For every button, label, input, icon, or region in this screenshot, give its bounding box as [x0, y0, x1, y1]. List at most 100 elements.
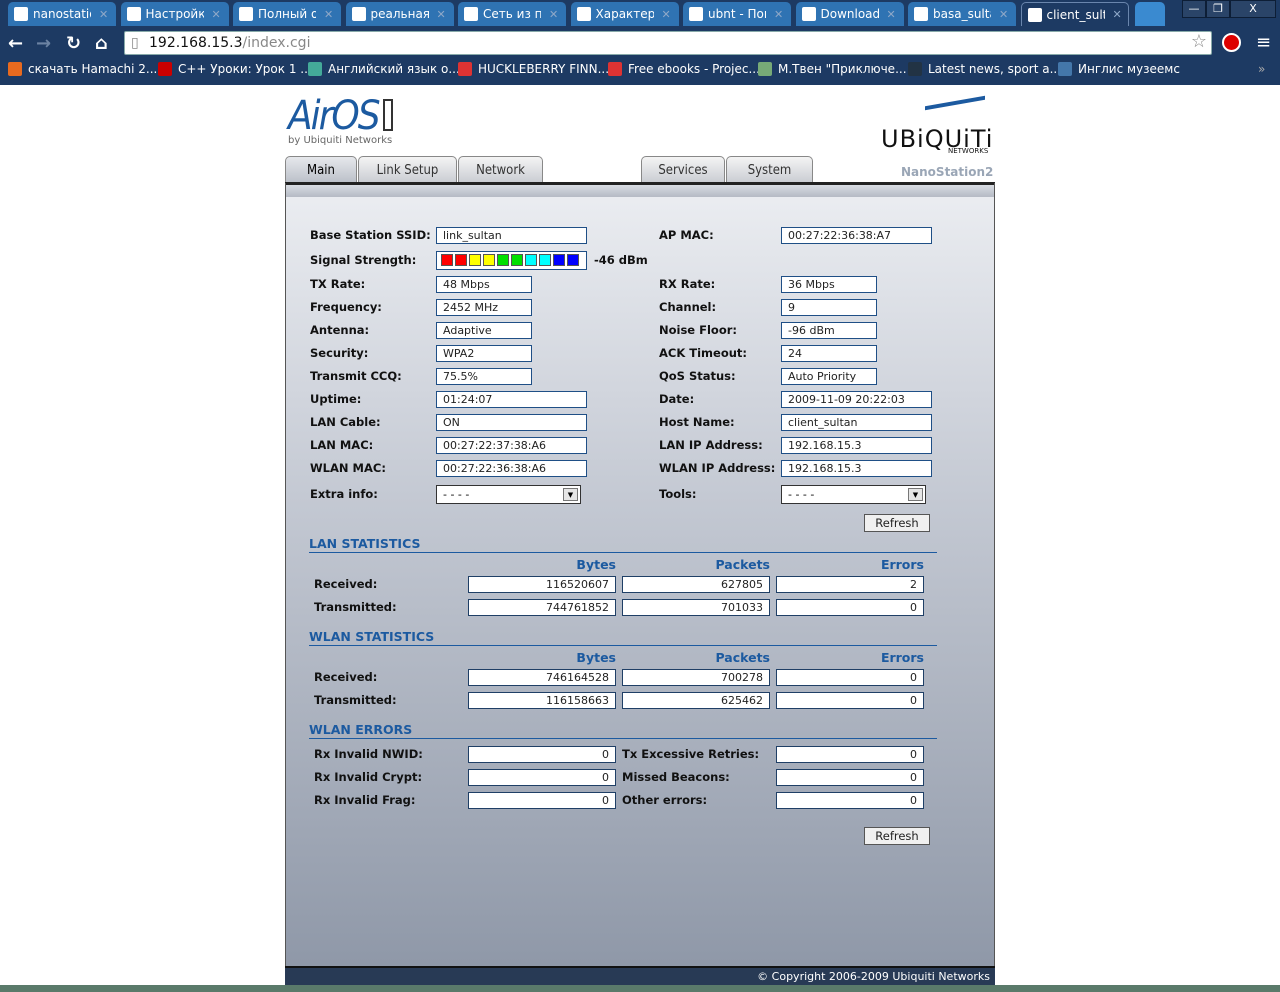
stat-value: 2 — [776, 576, 924, 593]
bookmark-label: HUCKLEBERRY FINN... — [478, 62, 610, 76]
field-label: RX Rate: — [659, 277, 716, 291]
bookmark-label: C++ Уроки: Урок 1 ... — [178, 62, 312, 76]
bookmark-icon — [308, 62, 322, 76]
stat-value: 701033 — [622, 599, 770, 616]
g-icon — [689, 7, 703, 21]
stat-value: 0 — [776, 692, 924, 709]
tab-title: реальная с — [370, 7, 429, 21]
field-label: QoS Status: — [659, 369, 736, 383]
refresh-button[interactable]: Refresh — [864, 514, 930, 532]
field-value: 192.168.15.3 — [781, 437, 932, 454]
browser-tab[interactable]: Полный о ✕ — [233, 2, 341, 26]
tab-link-setup[interactable]: Link Setup — [358, 156, 457, 183]
7-icon — [239, 7, 253, 21]
error-value: 0 — [776, 792, 924, 809]
chevron-down-icon[interactable]: ▼ — [908, 488, 923, 501]
chevron-down-icon[interactable]: ▼ — [563, 488, 578, 501]
bookmark-label: М.Твен "Приключе... — [778, 62, 907, 76]
signal-bar — [497, 254, 509, 266]
bookmark-label: Free ebooks - Projec... — [628, 62, 760, 76]
ubnt-icon — [914, 7, 928, 21]
bookmark-item[interactable]: скачать Hamachi 2.... — [8, 62, 161, 76]
tab-system[interactable]: System — [726, 156, 813, 183]
home-icon[interactable]: ⌂ — [95, 33, 108, 54]
column-header: Packets — [715, 650, 770, 665]
tab-close-icon[interactable]: ✕ — [99, 8, 108, 21]
tab-close-icon[interactable]: ✕ — [999, 8, 1008, 21]
logo-subtitle: by Ubiquiti Networks — [288, 135, 393, 146]
bookmark-label: Latest news, sport a... — [928, 62, 1062, 76]
bookmark-item[interactable]: HUCKLEBERRY FINN... — [458, 62, 609, 76]
refresh-button[interactable]: Refresh — [864, 827, 930, 845]
bookmark-item[interactable]: Free ebooks - Projec... — [608, 62, 760, 76]
airos-logo: AirOS — [288, 93, 393, 139]
bookmark-item[interactable]: Английский язык о... — [308, 62, 460, 76]
signal-strength-meter — [436, 251, 587, 270]
tab-main[interactable]: Main — [285, 156, 357, 184]
browser-tab[interactable]: client_sulta ✕ — [1020, 2, 1129, 26]
tab-close-icon[interactable]: ✕ — [324, 8, 333, 21]
address-bar[interactable]: ▯ 192.168.15.3/index.cgi ☆ — [124, 31, 1212, 55]
browser-tab[interactable]: Характери ✕ — [570, 2, 679, 26]
field-label: Tools: — [659, 487, 697, 501]
error-value: 0 — [776, 769, 924, 786]
signal-dbm: -46 dBm — [594, 253, 648, 267]
tab-close-icon[interactable]: ✕ — [662, 8, 671, 21]
field-label: AP MAC: — [659, 228, 714, 242]
tab-close-icon[interactable]: ✕ — [1113, 8, 1122, 21]
device-name: NanoStation2 — [901, 165, 994, 179]
tab-title: basa_sultar — [933, 7, 991, 21]
field-label: Security: — [310, 346, 369, 360]
maximize-button[interactable]: ❐ — [1206, 0, 1230, 18]
forward-icon[interactable]: → — [36, 33, 51, 54]
bookmark-item[interactable]: Инглис музеемс — [1058, 62, 1180, 76]
tab-services[interactable]: Services — [641, 156, 725, 183]
browser-tab[interactable]: реальная с ✕ — [345, 2, 454, 26]
tab-close-icon[interactable]: ✕ — [774, 8, 783, 21]
tab-network[interactable]: Network — [458, 156, 543, 183]
field-value: 01:24:07 — [436, 391, 587, 408]
bookmarks-more[interactable]: » — [1258, 62, 1265, 76]
column-header: Errors — [880, 557, 924, 572]
new-tab-button[interactable] — [1135, 2, 1165, 26]
bookmark-item[interactable]: М.Твен "Приключе... — [758, 62, 907, 76]
browser-tab[interactable]: Настройка ✕ — [120, 2, 229, 26]
tab-close-icon[interactable]: ✕ — [437, 8, 446, 21]
column-header: Errors — [880, 650, 924, 665]
tab-close-icon[interactable]: ✕ — [549, 8, 558, 21]
extra-info-select[interactable]: - - - - ▼ — [436, 485, 581, 504]
column-header: Bytes — [576, 557, 616, 572]
adblock-icon[interactable] — [1222, 33, 1241, 52]
reload-icon[interactable]: ↻ — [66, 33, 81, 54]
tools-select[interactable]: - - - - ▼ — [781, 485, 926, 504]
bookmark-item[interactable]: Latest news, sport a... — [908, 62, 1061, 76]
row-label: Received: — [314, 577, 378, 591]
bookmark-item[interactable]: C++ Уроки: Урок 1 ... — [158, 62, 312, 76]
tab-title: Характери — [595, 7, 654, 21]
browser-tab[interactable]: Сеть из па ✕ — [458, 2, 566, 26]
select-value: - - - - — [788, 488, 815, 501]
close-window-button[interactable]: X — [1230, 0, 1276, 18]
minimize-button[interactable]: — — [1182, 0, 1206, 18]
browser-chrome: nanostatio✕Настройка✕Полный о✕реальная с… — [0, 0, 1280, 85]
tab-close-icon[interactable]: ✕ — [887, 8, 896, 21]
error-label: Rx Invalid Crypt: — [314, 770, 423, 784]
url-path: /index.cgi — [242, 35, 311, 51]
bookmark-star-icon[interactable]: ☆ — [1191, 31, 1207, 53]
logo-text: AirOS — [288, 93, 381, 139]
browser-tab[interactable]: nanostatio ✕ — [8, 2, 116, 26]
field-label: Antenna: — [310, 323, 370, 337]
back-icon[interactable]: ← — [8, 33, 23, 54]
tab-close-icon[interactable]: ✕ — [212, 8, 221, 21]
bookmark-icon — [458, 62, 472, 76]
field-value: 00:27:22:37:38:A6 — [436, 437, 587, 454]
field-label: Transmit CCQ: — [310, 369, 402, 383]
browser-tab[interactable]: Download: ✕ — [795, 2, 904, 26]
browser-tab[interactable]: basa_sultar ✕ — [908, 2, 1016, 26]
stat-value: 746164528 — [468, 669, 616, 686]
tab-title: Полный о — [258, 7, 316, 21]
browser-tab[interactable]: ubnt - Пои ✕ — [683, 2, 791, 26]
stat-value: 0 — [776, 669, 924, 686]
field-label: Base Station SSID: — [310, 228, 431, 242]
menu-icon[interactable]: ≡ — [1256, 32, 1271, 53]
